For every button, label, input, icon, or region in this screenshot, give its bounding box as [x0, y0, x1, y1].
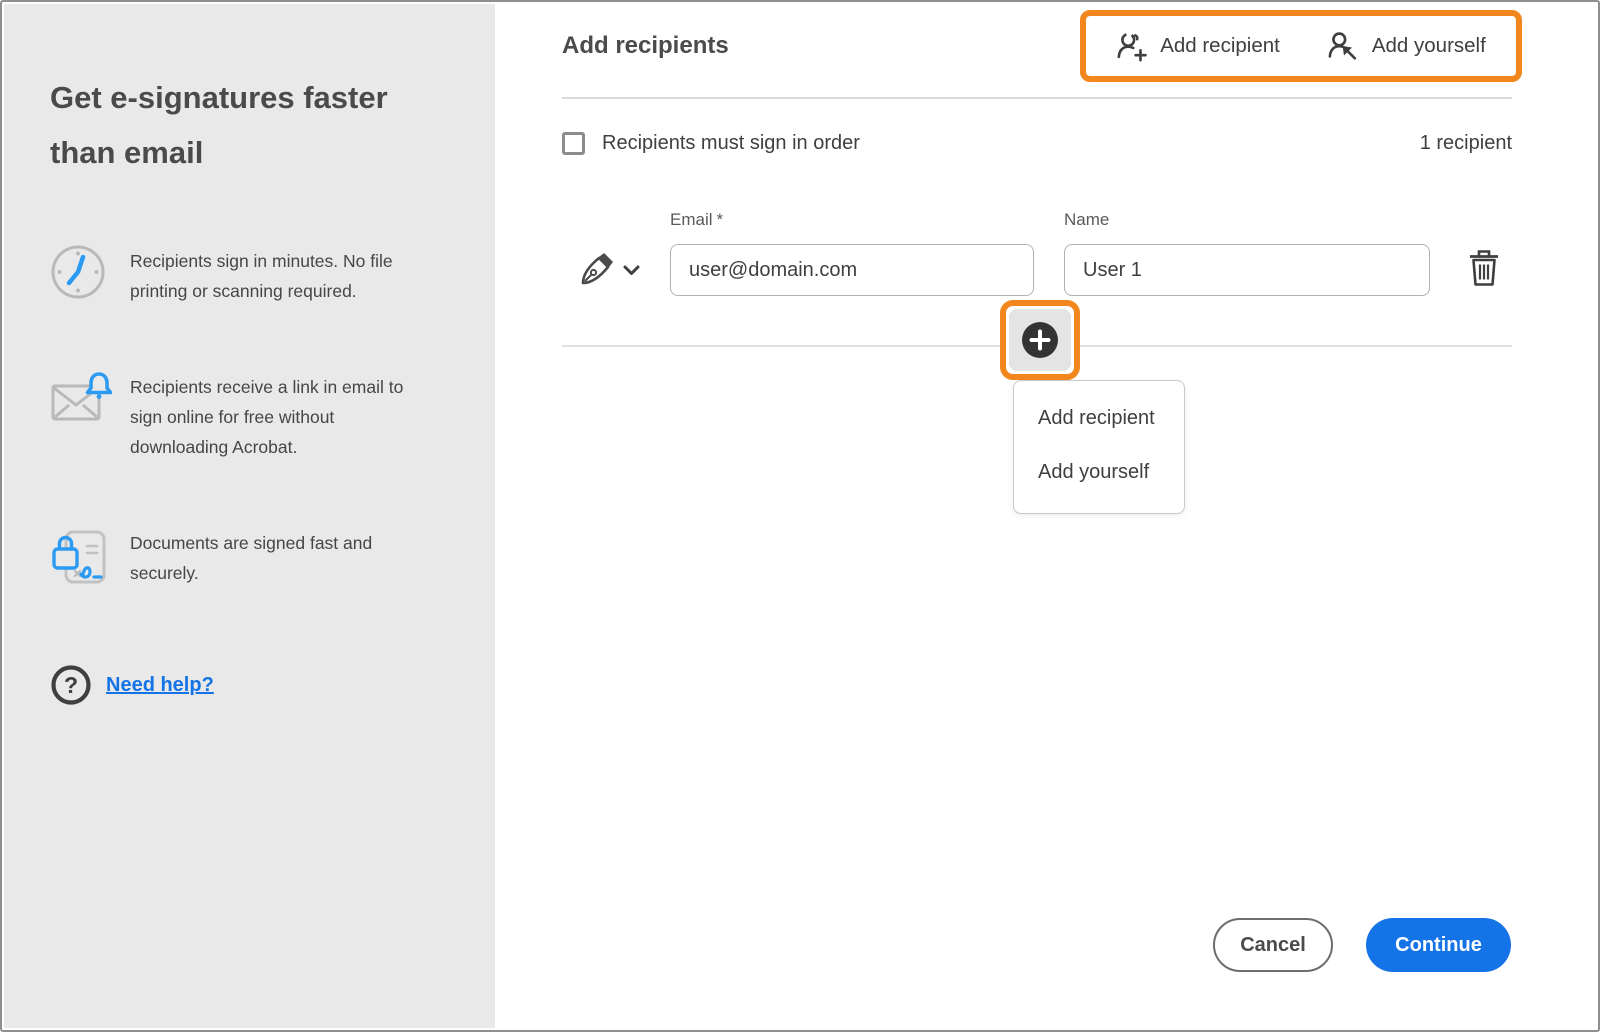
- add-recipients-dialog: Get e-signatures faster than email Recip…: [0, 0, 1600, 1032]
- mail-notification-icon: [50, 370, 113, 426]
- trash-icon: [1467, 248, 1501, 291]
- secure-document-icon: [50, 526, 106, 584]
- add-person-icon: [1116, 31, 1148, 62]
- plus-icon: [1022, 322, 1058, 358]
- add-recipients-panel: Add recipients Add recipient Add yoursel…: [495, 4, 1596, 1028]
- add-recipient-plus-button[interactable]: [1009, 309, 1071, 371]
- sign-in-order-checkbox[interactable]: [562, 132, 585, 155]
- benefit-text: Recipients sign in minutes. No file prin…: [130, 251, 393, 301]
- email-label: Email *: [670, 210, 724, 229]
- email-input[interactable]: [670, 244, 1034, 296]
- info-sidebar: Get e-signatures faster than email Recip…: [4, 4, 495, 1028]
- add-recipient-label: Add recipient: [1160, 34, 1280, 57]
- menu-item-add-yourself[interactable]: Add yourself: [1014, 445, 1184, 499]
- benefit-text: Documents are signed fast and securely.: [130, 533, 373, 583]
- sign-in-order-label[interactable]: Recipients must sign in order: [602, 132, 860, 155]
- name-input[interactable]: [1064, 244, 1430, 296]
- recipient-count: 1 recipient: [1419, 132, 1512, 154]
- page-title: Add recipients: [562, 32, 729, 59]
- person-self-icon: [1328, 31, 1360, 62]
- question-mark-icon: ?: [50, 664, 92, 706]
- add-recipient-button[interactable]: Add recipient: [1116, 31, 1280, 62]
- menu-item-add-recipient[interactable]: Add recipient: [1014, 391, 1184, 445]
- svg-text:?: ?: [64, 672, 78, 698]
- clock-icon: [50, 244, 106, 300]
- benefit-item-email-link: Recipients receive a link in email to si…: [50, 370, 455, 462]
- chevron-down-icon: [623, 264, 640, 279]
- benefit-item-security: Documents are signed fast and securely.: [50, 526, 455, 588]
- need-help-row: ? Need help?: [50, 664, 455, 706]
- header-actions-highlight-box: Add recipient Add yourself: [1080, 10, 1522, 82]
- cancel-button[interactable]: Cancel: [1213, 918, 1333, 972]
- add-yourself-button[interactable]: Add yourself: [1328, 31, 1486, 62]
- sidebar-heading: Get e-signatures faster than email: [50, 80, 388, 170]
- add-yourself-label: Add yourself: [1371, 34, 1486, 57]
- need-help-link[interactable]: Need help?: [106, 674, 214, 697]
- pen-nib-icon: [578, 252, 614, 291]
- recipient-role-dropdown[interactable]: [578, 250, 644, 292]
- add-button-highlight-box: [1000, 300, 1080, 380]
- continue-button[interactable]: Continue: [1366, 918, 1511, 972]
- sign-order-row: Recipients must sign in order 1 recipien…: [562, 132, 1512, 155]
- add-dropdown-menu: Add recipient Add yourself: [1013, 380, 1185, 514]
- header-divider: [562, 97, 1512, 99]
- required-asterisk: *: [716, 210, 724, 229]
- delete-recipient-button[interactable]: [1462, 246, 1506, 292]
- name-label: Name: [1064, 210, 1110, 229]
- benefit-text: Recipients receive a link in email to si…: [130, 377, 404, 457]
- benefit-item-speed: Recipients sign in minutes. No file prin…: [50, 244, 455, 306]
